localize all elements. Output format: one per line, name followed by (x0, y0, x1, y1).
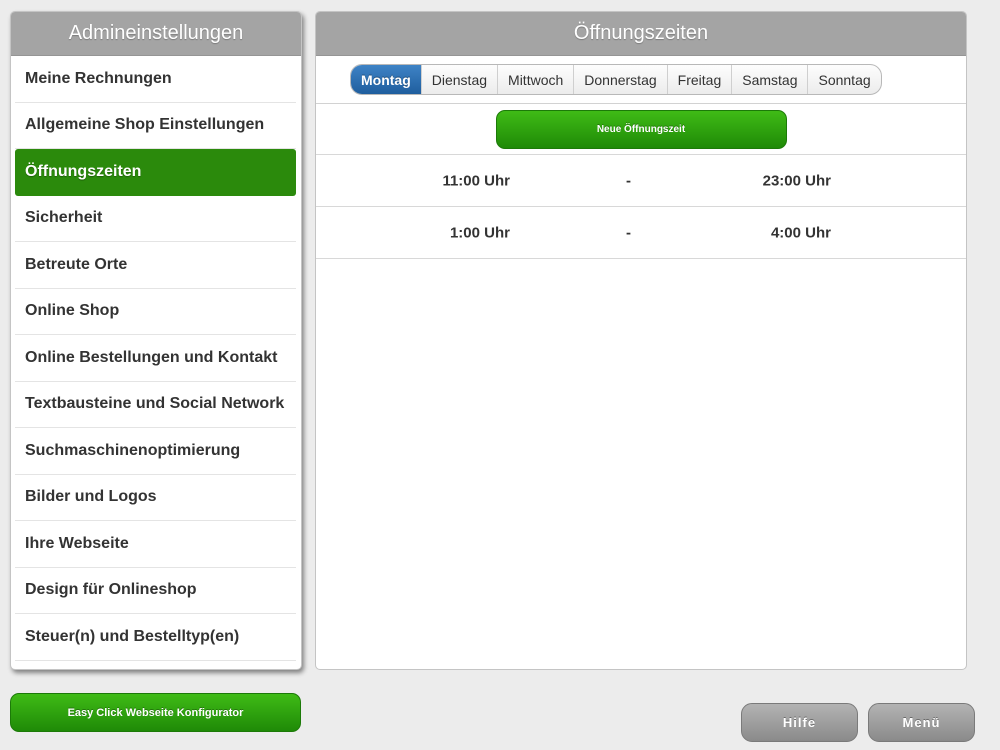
admin-settings-sidebar: Admineinstellungen Meine Rechnungen Allg… (10, 11, 302, 670)
time-separator: - (626, 224, 631, 241)
time-to: 4:00 Uhr (770, 224, 831, 241)
time-separator: - (626, 172, 631, 189)
time-from: 1:00 Uhr (449, 224, 510, 241)
time-from: 11:00 Uhr (442, 172, 510, 189)
tab-sonntag[interactable]: Sonntag (808, 65, 880, 94)
sidebar-item-textbausteine[interactable]: Textbausteine und Social Network (15, 382, 296, 428)
weekday-tabs-bar: Montag Dienstag Mittwoch Donnerstag Frei… (316, 56, 966, 104)
sidebar-item-meine-rechnungen[interactable]: Meine Rechnungen (15, 56, 296, 103)
easy-click-configurator-button[interactable]: Easy Click Webseite Konfigurator (10, 693, 301, 732)
tab-mittwoch[interactable]: Mittwoch (498, 65, 575, 94)
new-opening-time-row: Neue Öffnungszeit (316, 104, 966, 155)
time-to: 23:00 Uhr (762, 172, 831, 189)
menu-button[interactable]: Menü (868, 703, 975, 742)
sidebar-item-allgemeine-shop-einstellungen[interactable]: Allgemeine Shop Einstellungen (15, 103, 296, 149)
sidebar-item-oeffnungszeiten[interactable]: Öffnungszeiten (15, 149, 296, 196)
sidebar-item-betreute-orte[interactable]: Betreute Orte (15, 242, 296, 289)
sidebar-item-ihre-webseite[interactable]: Ihre Webseite (15, 521, 296, 568)
sidebar-item-bilder-und-logos[interactable]: Bilder und Logos (15, 475, 296, 521)
page-title: Öffnungszeiten (316, 12, 966, 56)
tab-samstag[interactable]: Samstag (732, 65, 809, 94)
sidebar-item-sicherheit[interactable]: Sicherheit (15, 196, 296, 242)
sidebar-item-online-shop[interactable]: Online Shop (15, 289, 296, 335)
weekday-tabs: Montag Dienstag Mittwoch Donnerstag Frei… (350, 64, 882, 95)
sidebar-item-suchmaschinenoptimierung[interactable]: Suchmaschinenoptimierung (15, 428, 296, 475)
tab-dienstag[interactable]: Dienstag (422, 65, 499, 94)
sidebar-item-design-onlineshop[interactable]: Design für Onlineshop (15, 568, 296, 614)
new-opening-time-button[interactable]: Neue Öffnungszeit (495, 109, 787, 149)
sidebar-menu: Meine Rechnungen Allgemeine Shop Einstel… (11, 56, 301, 661)
tab-donnerstag[interactable]: Donnerstag (574, 65, 668, 94)
sidebar-item-steuern-bestelltypen[interactable]: Steuer(n) und Bestelltyp(en) (15, 614, 296, 661)
sidebar-title: Admineinstellungen (11, 12, 301, 56)
opening-time-row[interactable]: 11:00 Uhr - 23:00 Uhr (316, 155, 966, 207)
opening-time-row[interactable]: 1:00 Uhr - 4:00 Uhr (316, 207, 966, 259)
tab-freitag[interactable]: Freitag (668, 65, 733, 94)
tab-montag[interactable]: Montag (351, 65, 422, 94)
help-button[interactable]: Hilfe (741, 703, 858, 742)
sidebar-item-online-bestellungen[interactable]: Online Bestellungen und Kontakt (15, 335, 296, 382)
opening-hours-panel: Öffnungszeiten Montag Dienstag Mittwoch … (315, 11, 967, 670)
